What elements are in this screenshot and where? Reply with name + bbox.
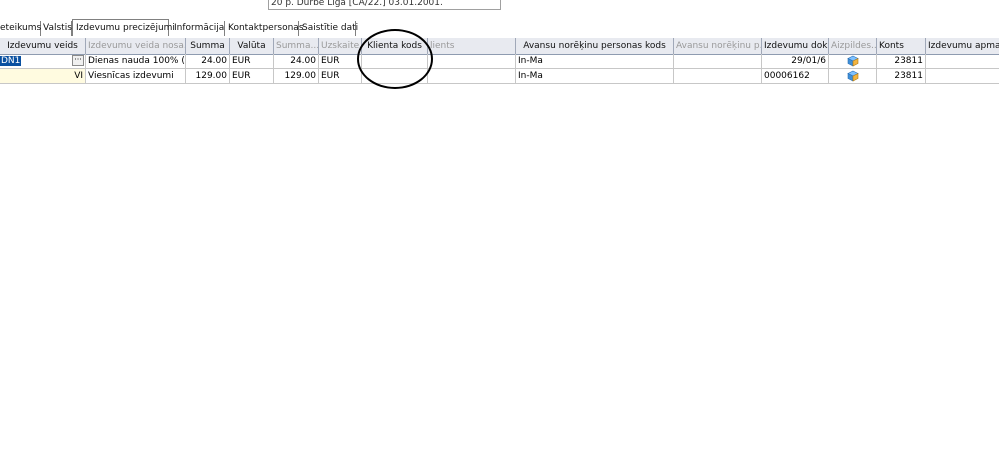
cell-klients [428, 69, 516, 83]
tab-valstis[interactable]: Valstis [43, 21, 72, 36]
top-field-text: 20 p. Durbe Liga [CA/22.] 03.01.2001. [271, 0, 443, 8]
cell-klients [428, 54, 516, 68]
tab-label: Valstis [43, 23, 72, 33]
tab-label: Informācija [174, 23, 225, 33]
column-header-summa-2[interactable]: Summa... [274, 38, 319, 54]
cell-valuta: EUR [230, 54, 274, 68]
tab-label: eteikums [0, 23, 42, 33]
column-header-summa[interactable]: Summa [186, 38, 230, 54]
selected-value: DN1 [0, 56, 22, 66]
cell-konts: 23811 [877, 69, 926, 83]
cell-avansu-persona [674, 69, 762, 83]
cell-summa-2: 129.00 [274, 69, 319, 83]
cell-valuta: EUR [230, 69, 274, 83]
cell-izdevumu-apmaksa [926, 69, 999, 83]
tab-label: Saistītie dati [302, 23, 359, 33]
column-header-konts[interactable]: Konts [877, 38, 926, 54]
ellipsis-button[interactable]: ··· [72, 55, 84, 66]
column-header-klienta-kods[interactable]: Klienta kods [362, 38, 428, 54]
top-field: 20 p. Durbe Liga [CA/22.] 03.01.2001. [268, 0, 501, 10]
column-header-izdevumu-apmaksa[interactable]: Izdevumu apmaks [926, 38, 999, 54]
cell-klienta-kods[interactable] [362, 69, 428, 83]
cube-icon [846, 70, 859, 82]
cube-icon [846, 55, 859, 67]
cell-aizpildes[interactable] [829, 69, 877, 83]
tab-saistitie-dati[interactable]: Saistītie dati [302, 21, 359, 36]
cell-izdevumu-veida-nosaukums: Viesnīcas izdevumi [86, 69, 186, 83]
cell-uzskaite: EUR [319, 54, 362, 68]
table-row[interactable]: VI Viesnīcas izdevumi 129.00 EUR 129.00 … [0, 69, 999, 84]
cell-klienta-kods[interactable] [362, 54, 428, 68]
tab-kontaktpersonas[interactable]: Kontaktpersonas [228, 21, 304, 36]
column-header-uzskaite[interactable]: Uzskaite... [319, 38, 362, 54]
column-header-izdevumu-dokuments[interactable]: Izdevumu dok... [762, 38, 829, 54]
table-row[interactable]: DN1 ··· Dienas nauda 100% (... 24.00 EUR… [0, 54, 999, 69]
cell-aizpildes[interactable] [829, 54, 877, 68]
cell-izdevumu-veida-nosaukums: Dienas nauda 100% (... [88, 54, 186, 68]
column-header-izdevumu-veids[interactable]: Izdevumu veids [0, 38, 86, 54]
cell-izdevumu-dokuments: 00006162 [762, 69, 829, 83]
tab-informacija[interactable]: Informācija [174, 21, 225, 36]
tab-izdevumu-precizejumi[interactable]: Izdevumu precizējumi [72, 19, 175, 36]
grid-header: Izdevumu veids Izdevumu veida nosa... Su… [0, 38, 999, 55]
cell-summa: 129.00 [186, 69, 230, 83]
tab-label: Kontaktpersonas [228, 23, 304, 33]
cell-izdevumu-apmaksa [926, 54, 999, 68]
cell-summa: 24.00 [186, 54, 230, 68]
cell-avansu-personas-kods: In-Ma [516, 54, 674, 68]
tab-label: Izdevumu precizējumi [76, 23, 175, 33]
tab-ieteikums[interactable]: eteikums [0, 21, 41, 36]
cell-avansu-persona [674, 54, 762, 68]
column-header-klients[interactable]: lients [428, 38, 516, 54]
tab-strip: eteikums Valstis Izdevumu precizējumi In… [0, 19, 999, 39]
cell-izdevumu-veids[interactable]: VI [0, 69, 86, 83]
cell-avansu-personas-kods: In-Ma [516, 69, 674, 83]
cell-uzskaite: EUR [319, 69, 362, 83]
column-header-izdevumu-veida-nosaukums[interactable]: Izdevumu veida nosa... [86, 38, 186, 54]
column-header-avansu-personas-kods[interactable]: Avansu norēķinu personas kods [516, 38, 674, 54]
column-header-aizpildes[interactable]: Aizpildes... [829, 38, 877, 54]
cell-izdevumu-dokuments: 29/01/6 [762, 54, 829, 68]
cell-konts: 23811 [877, 54, 926, 68]
column-header-avansu-persona[interactable]: Avansu norēķinu p... [674, 38, 762, 54]
cell-summa-2: 24.00 [274, 54, 319, 68]
cell-izdevumu-veids[interactable]: DN1 ··· [0, 54, 86, 68]
column-header-valuta[interactable]: Valūta [230, 38, 274, 54]
